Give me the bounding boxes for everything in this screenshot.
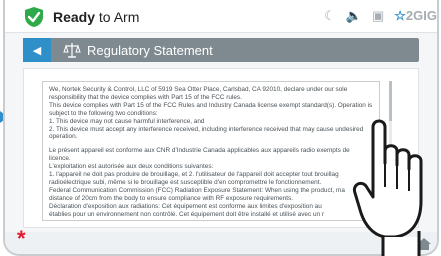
statement-line: distance of 20cm from the body to ensure… (49, 194, 294, 202)
regulatory-text-box[interactable]: We, Nortek Security & Control, LLC of 59… (42, 81, 380, 221)
statement-line: subject to the following two conditions: (49, 109, 158, 117)
statement-line: We, Nortek Security & Control, LLC of 59… (49, 86, 348, 93)
back-arrow-icon: ◀ (32, 44, 42, 57)
brand-logo-icon: ☆ (394, 8, 406, 23)
emergency-asterisk-icon[interactable]: * (17, 226, 26, 252)
statement-line: 2. This device must accept any interfere… (49, 125, 364, 133)
statement-line: radioélectrique subi, même si le brouill… (49, 178, 322, 186)
balance-scale-icon (63, 43, 81, 58)
statement-line: This device complies with Part 15 of the… (49, 101, 373, 109)
statement-line: 1. This device may not cause harmful int… (49, 117, 205, 125)
statement-line: 1. l'appareil ne doit pas produire de br… (49, 171, 339, 179)
pointing-hand-icon (352, 119, 423, 256)
statement-line: Federal Communication Commission (FCC) R… (49, 186, 345, 194)
camera-icon[interactable]: ▣ (372, 8, 384, 24)
statement-line: Déclaration d'exposition aux radiations:… (49, 202, 322, 210)
statement-line: Le présent appareil est conforme aux CNR… (49, 147, 350, 163)
statement-line: operation. (49, 133, 78, 141)
shield-check-icon (25, 7, 43, 27)
page-title: Regulatory Statement (87, 43, 213, 58)
panel-header: ◀ Regulatory Statement (23, 38, 419, 62)
moon-icon[interactable]: ☾ (324, 8, 336, 24)
status-bar: Ready to Arm ☾ 🔈 ▣ ☆2GIG (5, 0, 437, 33)
volume-icon[interactable]: 🔈 (346, 8, 362, 24)
statement-line: responsibility that the device complies … (49, 93, 242, 101)
brand-logo: ☆2GIG (394, 8, 437, 23)
arm-status-title: Ready to Arm (53, 9, 140, 25)
statement-line: L'exploitation est autorisée aux deux co… (49, 163, 214, 171)
statement-line: établies pour un environnement non contr… (49, 210, 324, 218)
back-button[interactable]: ◀ (23, 38, 51, 62)
status-icons: ☾ 🔈 ▣ ☆2GIG (324, 6, 437, 26)
